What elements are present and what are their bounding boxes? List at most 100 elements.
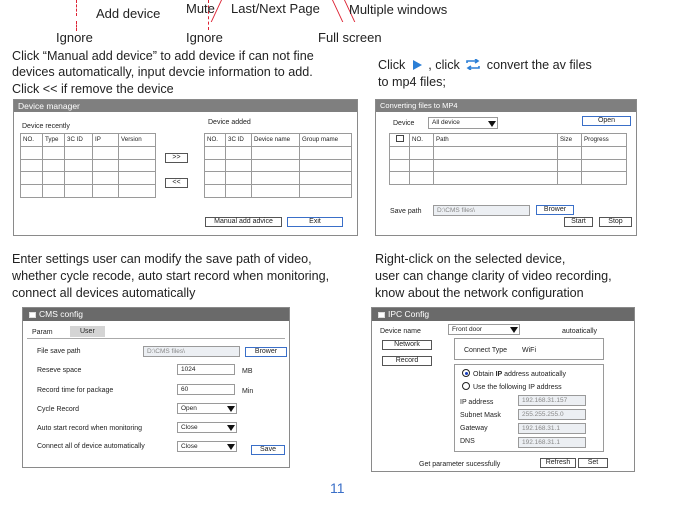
chevron-down-icon <box>510 327 518 333</box>
record-time-input[interactable]: 60 <box>177 384 235 395</box>
network-tab-button[interactable]: Network <box>382 340 432 350</box>
table-row[interactable] <box>20 171 156 186</box>
use-ip-label: Use the following IP address <box>473 384 562 391</box>
convert-icon <box>466 58 481 71</box>
chevron-down-icon <box>488 121 496 127</box>
callout-line <box>76 0 77 16</box>
reserve-space-unit: MB <box>242 368 253 375</box>
instruction-convert-pre: Click <box>378 58 406 72</box>
instruction-settings-line-2: whether cycle recode, auto start record … <box>12 269 330 283</box>
column-header: Path <box>433 133 558 147</box>
connect-all-label: Connect all of device automatically <box>37 443 145 450</box>
column-header: NO. <box>204 133 226 147</box>
column-header: NO. <box>409 133 434 147</box>
auto-start-record-label: Auto start record when monitoring <box>37 425 143 432</box>
callout-line <box>332 0 344 22</box>
set-button[interactable]: Set <box>578 458 608 468</box>
record-tab-button[interactable]: Record <box>382 356 432 366</box>
obtain-ip-pre: Obtain <box>473 371 496 378</box>
subnet-mask-input[interactable]: 255.255.255.0 <box>518 409 586 420</box>
table-row[interactable] <box>204 184 352 198</box>
cms-config-title: CMS config <box>23 308 289 321</box>
cms-config-window: CMS config Param User File save path D:\… <box>22 307 290 468</box>
cycle-record-label: Cycle Record <box>37 406 80 413</box>
chevron-down-icon <box>227 425 235 431</box>
table-row[interactable] <box>389 171 627 186</box>
table-row[interactable] <box>20 158 156 173</box>
device-filter-value: All device <box>432 119 460 126</box>
callout-add-device: Add device <box>96 6 161 21</box>
open-button[interactable]: Open <box>582 116 631 126</box>
converter-title: Converting files to MP4 <box>376 100 636 112</box>
chevron-down-icon <box>227 406 235 412</box>
browse-button[interactable]: Brower <box>245 347 287 357</box>
column-header: 3C ID <box>64 133 93 147</box>
device-recently-table: NO. Type 3C ID IP Version <box>20 133 156 198</box>
column-header: 3C ID <box>225 133 252 147</box>
table-row[interactable] <box>389 158 627 173</box>
table-row[interactable] <box>204 145 352 160</box>
add-device-arrow-button[interactable]: >> <box>165 153 188 163</box>
device-name-select[interactable]: Front door <box>448 324 520 335</box>
callout-full-screen: Full screen <box>318 30 382 45</box>
reserve-space-input[interactable]: 1024 <box>177 364 235 375</box>
auto-label: autoatically <box>562 328 598 335</box>
dns-input[interactable]: 192.168.31.1 <box>518 437 586 448</box>
play-icon <box>412 60 422 70</box>
radio-selected-icon <box>462 369 470 377</box>
table-row[interactable] <box>389 145 627 160</box>
callout-ignore-2: Ignore <box>186 30 223 45</box>
device-manager-title: Device manager <box>14 100 357 112</box>
record-time-label: Record time for package <box>37 387 114 394</box>
start-button[interactable]: Start <box>564 217 593 227</box>
table-row[interactable] <box>204 158 352 173</box>
device-filter-label: Device <box>393 120 415 127</box>
save-path-input[interactable]: D:\CMS files\ <box>433 205 530 216</box>
table-row[interactable] <box>20 184 156 198</box>
table-row[interactable] <box>20 145 156 160</box>
browse-button[interactable]: Brower <box>536 205 574 215</box>
select-all-checkbox[interactable] <box>389 133 410 147</box>
window-icon <box>378 312 385 318</box>
tab-user[interactable]: User <box>70 326 105 337</box>
radio-unselected-icon <box>462 382 470 390</box>
table-header-row: NO. 3C ID Device name Group mame <box>204 133 352 147</box>
cycle-record-value: Open <box>181 405 197 412</box>
instruction-settings-line-3: connect all devices automatically <box>12 286 196 300</box>
gateway-input[interactable]: 192.168.31.1 <box>518 423 586 434</box>
instruction-right-click-line-1: Right-click on the selected device, <box>375 252 566 266</box>
converter-file-table: NO. Path Size Progress <box>389 133 627 186</box>
instruction-convert-line-2: to mp4 files; <box>378 75 446 89</box>
cycle-record-select[interactable]: Open <box>177 403 237 414</box>
refresh-button[interactable]: Refresh <box>540 458 576 468</box>
callout-multiple-windows: Multiple windows <box>349 2 448 17</box>
connect-all-select[interactable]: Close <box>177 441 237 452</box>
column-header: Progress <box>581 133 627 147</box>
device-manager-window: Device manager Device recently Device ad… <box>13 99 358 236</box>
device-name-value: Front door <box>452 326 482 333</box>
stop-button[interactable]: Stop <box>599 217 632 227</box>
tab-param[interactable]: Param <box>32 328 53 337</box>
converter-window: Converting files to MP4 Device All devic… <box>375 99 637 236</box>
auto-start-record-select[interactable]: Close <box>177 422 237 433</box>
exit-button[interactable]: Exit <box>287 217 343 227</box>
device-filter-select[interactable]: All device <box>428 117 498 129</box>
manual-add-device-button[interactable]: Manual add advice <box>205 217 282 227</box>
connect-type-label: Connect Type <box>464 347 508 354</box>
connect-all-value: Close <box>181 443 198 450</box>
connect-type-value: WiFi <box>522 347 536 354</box>
callout-mute: Mute <box>186 1 215 16</box>
ip-address-input[interactable]: 192.168.31.157 <box>518 395 586 406</box>
ipc-config-title-text: IPC Config <box>388 309 430 319</box>
table-row[interactable] <box>204 171 352 186</box>
use-ip-radio[interactable]: Use the following IP address <box>462 382 562 392</box>
save-button[interactable]: Save <box>251 445 285 455</box>
ip-address-label: IP address <box>460 399 494 406</box>
ipc-config-title: IPC Config <box>372 308 634 321</box>
remove-device-arrow-button[interactable]: << <box>165 178 188 188</box>
column-header: Size <box>557 133 582 147</box>
instruction-convert-post: convert the av files <box>486 58 592 72</box>
file-save-path-input[interactable]: D:\CMS files\ <box>143 346 240 357</box>
save-path-label: Save path <box>390 208 422 215</box>
obtain-ip-radio[interactable]: Obtain IP address autoatically <box>462 369 566 379</box>
